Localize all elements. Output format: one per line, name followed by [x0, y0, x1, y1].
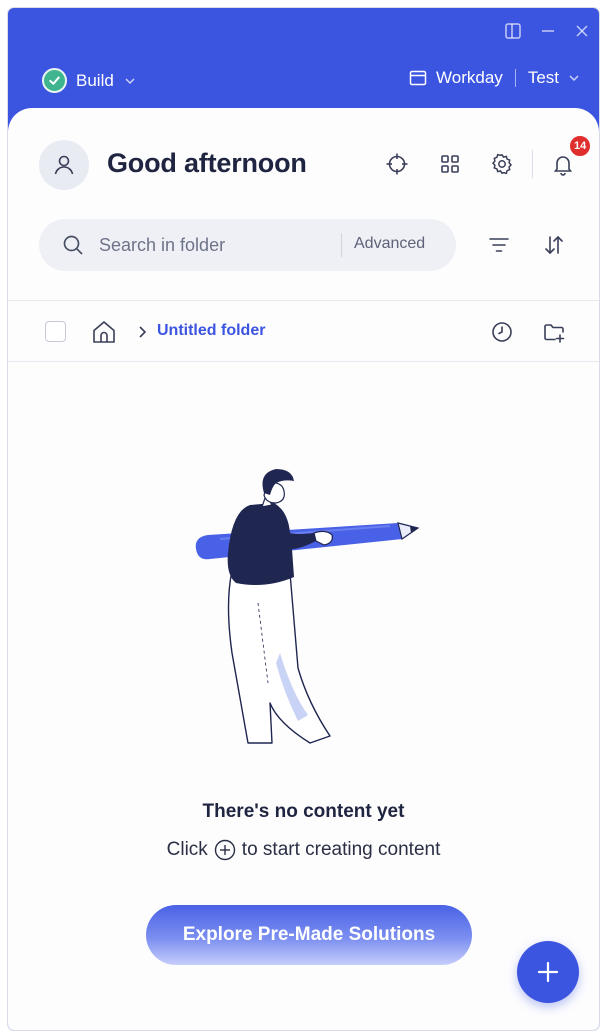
search-icon: [63, 235, 83, 255]
select-all-checkbox[interactable]: [45, 321, 66, 342]
clock-icon[interactable]: [488, 318, 516, 346]
filter-icon[interactable]: [484, 230, 514, 260]
system-label: Workday: [436, 68, 503, 87]
title-bar: [8, 8, 599, 54]
chevron-down-icon: [569, 75, 579, 82]
chevron-down-icon: [125, 77, 135, 84]
app-window: Build Workday Test Good afternoon 14 Sea…: [8, 8, 599, 1030]
empty-state-subtitle: Click to start creating content: [8, 839, 599, 861]
build-selector[interactable]: Build: [42, 68, 137, 93]
sort-icon[interactable]: [539, 230, 569, 260]
avatar[interactable]: [39, 140, 89, 190]
new-folder-icon[interactable]: [540, 318, 568, 346]
empty-state-subtitle-after: to start creating content: [241, 839, 441, 860]
gear-icon[interactable]: [487, 149, 517, 179]
minimize-icon[interactable]: [537, 20, 559, 42]
header: Good afternoon 14: [8, 108, 599, 218]
panel-toggle-icon[interactable]: [502, 20, 524, 42]
build-label: Build: [76, 70, 114, 90]
empty-state-title: There's no content yet: [202, 801, 405, 822]
breadcrumb: Untitled folder: [8, 300, 599, 362]
page-title: Good afternoon: [107, 148, 307, 178]
user-icon: [54, 155, 74, 175]
check-icon: [42, 68, 67, 93]
main-panel: Good afternoon 14 Advanced: [8, 108, 599, 1030]
env-divider: [514, 69, 516, 87]
crosshair-icon[interactable]: [382, 149, 412, 179]
breadcrumb-current-folder[interactable]: Untitled folder: [157, 322, 265, 340]
header-divider: [532, 150, 533, 178]
search-input[interactable]: [99, 229, 329, 261]
add-content-button[interactable]: [517, 941, 579, 1003]
search-bar: Advanced: [39, 219, 456, 271]
environment-bar: Build Workday Test: [8, 64, 599, 100]
system-selector[interactable]: Workday Test: [408, 68, 581, 88]
chevron-right-icon: [139, 326, 147, 338]
explore-solutions-button[interactable]: Explore Pre-Made Solutions: [146, 905, 472, 965]
environment-label: Test: [527, 68, 559, 87]
advanced-search-button[interactable]: Advanced: [354, 235, 425, 253]
search-divider: [341, 233, 342, 257]
home-icon[interactable]: [90, 318, 118, 346]
plus-icon: [537, 961, 559, 983]
empty-state-illustration: [195, 469, 420, 744]
empty-state-subtitle-before: Click: [166, 839, 208, 860]
plus-circle-icon: [214, 839, 235, 861]
window-icon: [409, 70, 427, 86]
close-icon[interactable]: [571, 20, 593, 42]
grid-icon[interactable]: [435, 149, 465, 179]
notification-badge: 14: [568, 134, 593, 158]
